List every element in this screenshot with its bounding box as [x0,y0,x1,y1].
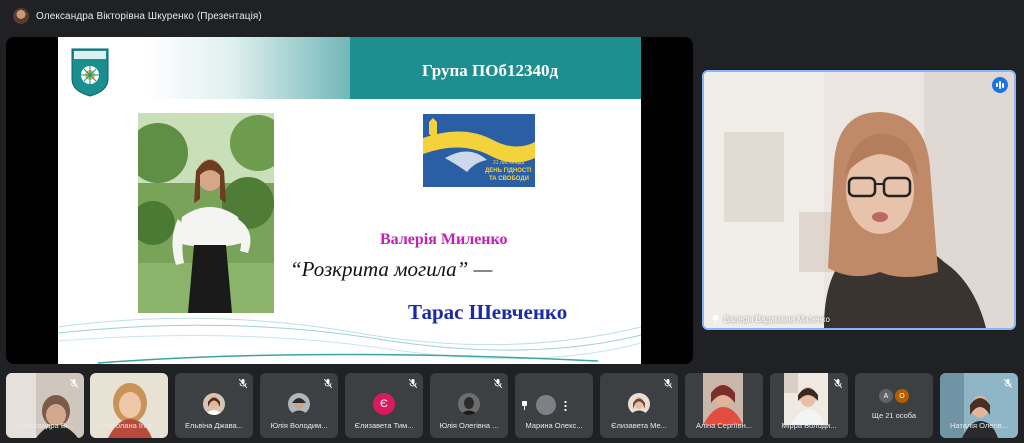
participant-name: Наталія Олегів... [949,421,1009,430]
banner-line-2: ДЕНЬ ГІДНОСТІ [485,168,532,174]
more-participants-tile[interactable]: А О Ще 21 особа [855,373,933,438]
mic-off-icon [664,379,672,388]
mic-off-icon [834,379,842,388]
participant-name: Єлизавета Ме... [611,421,667,430]
speaker-tile[interactable]: Валерія Вадимівна Миленко [702,70,1016,330]
participant-tile-5[interactable]: Є Єлизавета Тим... [345,373,423,438]
presentation-stage[interactable]: Група ПОб12340д 21 листопада ДЕНЬ ГІДНОС… [6,37,693,364]
participant-tile-6[interactable]: Юлія Олегівна ... [430,373,508,438]
banner-line-3: ТА СВОБОДИ [489,176,529,182]
participant-tile-3[interactable]: Ельвіна Джава... [175,373,253,438]
mic-off-icon [494,379,502,388]
poem-author: Тарас Шевченко [408,300,568,324]
participant-name: Марина Олекс... [525,421,583,430]
presenter-title: Олександра Вікторівна Шкуренко (Презента… [36,10,262,22]
student-name: Валерія Миленко [380,231,508,248]
speaker-name: Валерія Вадимівна Миленко [724,315,830,324]
top-bar: Олександра Вікторівна Шкуренко (Презента… [0,0,1024,32]
college-emblem-icon [71,48,109,97]
pin-icon[interactable] [521,400,528,410]
participant-tile-2[interactable]: Роксолана Ігор... [90,373,168,438]
participant-name: Юлія Володим... [270,421,328,430]
participant-avatar [536,395,556,415]
participant-tile-7[interactable]: Марина Олекс... [515,373,593,438]
pin-icon[interactable] [712,315,719,324]
audio-level-icon [992,77,1008,93]
slide-group-title: Група ПОб12340д [422,61,559,80]
participant-tile-8[interactable]: Єлизавета Ме... [600,373,678,438]
more-initial: О [895,389,909,403]
participant-avatar [628,393,650,415]
participant-strip: Олександра Ві... Роксолана Ігор... Ельві… [6,373,1018,438]
presenter-avatar [13,8,29,24]
more-initial: А [879,389,893,403]
mic-off-icon [409,379,417,388]
speaker-name-row: Валерія Вадимівна Миленко [712,315,830,324]
more-avatars: А О [855,389,933,403]
participant-avatar [288,393,310,415]
participant-name: Мірра Володи... [781,421,837,430]
banner-date: 21 листопада [493,160,525,166]
slide: Група ПОб12340д 21 листопада ДЕНЬ ГІДНОС… [58,37,641,364]
mic-off-icon [239,379,247,388]
slide-header-fade [148,37,358,99]
more-options-icon[interactable] [564,399,567,411]
participant-avatar [458,393,480,415]
participant-name: Ельвіна Джава... [185,421,243,430]
participant-name: Роксолана Ігор... [99,421,159,430]
mic-off-icon [70,379,78,388]
participant-name: Юлія Олегівна ... [439,421,499,430]
participant-tile-10[interactable]: Мірра Володи... [770,373,848,438]
participant-tile-9[interactable]: Аліна Сергіївн... [685,373,763,438]
participant-tile-1[interactable]: Олександра Ві... [6,373,84,438]
participant-tile-4[interactable]: Юлія Володим... [260,373,338,438]
participant-name: Олександра Ві... [16,421,74,430]
poem-title: “Розкрита могила” — [290,257,493,281]
participant-tile-12[interactable]: Наталія Олегів... [940,373,1018,438]
participant-avatar [203,393,225,415]
participant-name: Єлизавета Тим... [354,421,414,430]
mic-off-icon [1004,379,1012,388]
tile-hover-controls [521,395,567,415]
dignity-day-banner: 21 листопада ДЕНЬ ГІДНОСТІ ТА СВОБОДИ [423,114,535,187]
mic-off-icon [324,379,332,388]
speaker-video [704,72,1014,328]
more-participants-label: Ще 21 особа [871,411,917,420]
participant-name: Аліна Сергіївн... [695,421,753,430]
participant-initial-avatar: Є [373,393,395,415]
student-photo [138,113,274,313]
